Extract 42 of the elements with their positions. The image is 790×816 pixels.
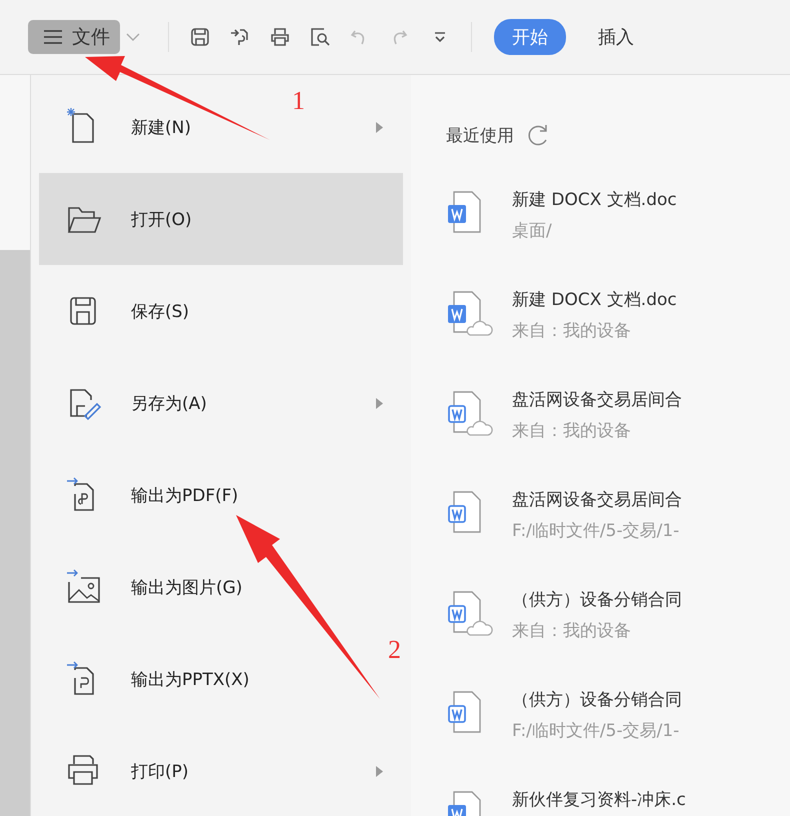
menu-item[interactable]: 新建(N) bbox=[131, 116, 191, 138]
refresh-icon[interactable] bbox=[526, 123, 550, 147]
recent-title: 最近使用 bbox=[446, 124, 514, 146]
recent-file-item[interactable]: 新建 DOCX 文档.doc 桌面/ bbox=[446, 168, 790, 268]
file-path: F:/临时文件/5-交易/1- bbox=[512, 520, 680, 542]
menu-item[interactable]: 另存为(A) bbox=[131, 392, 207, 414]
annotation-number: 2 bbox=[388, 635, 401, 665]
menu-icon bbox=[44, 30, 62, 44]
recent-file-item[interactable]: 盘活网设备交易居间合 来自：我的设备 bbox=[446, 368, 790, 468]
recent-file-item[interactable]: 新伙伴复习资料-冲床.c bbox=[446, 768, 790, 816]
recent-file-item[interactable]: 新建 DOCX 文档.doc 来自：我的设备 bbox=[446, 268, 790, 368]
menu-item[interactable]: 打开(O) bbox=[131, 208, 192, 230]
recent-file-item[interactable]: （供方）设备分销合同 F:/临时文件/5-交易/1- bbox=[446, 668, 790, 768]
file-path: 来自：我的设备 bbox=[512, 620, 632, 642]
file-name: （供方）设备分销合同 bbox=[512, 689, 682, 711]
recent-file-item[interactable]: 盘活网设备交易居间合 F:/临时文件/5-交易/1- bbox=[446, 468, 790, 568]
file-name: 盘活网设备交易居间合 bbox=[512, 489, 682, 511]
menu-item[interactable]: 保存(S) bbox=[131, 300, 190, 322]
menu-item[interactable]: 打印(P) bbox=[131, 760, 189, 782]
printer-icon[interactable] bbox=[269, 26, 291, 48]
file-name: 新建 DOCX 文档.doc bbox=[512, 189, 677, 211]
file-name: 新建 DOCX 文档.doc bbox=[512, 289, 677, 311]
annotation-number: 1 bbox=[292, 86, 305, 116]
export-image-icon bbox=[65, 568, 103, 606]
menu-item[interactable]: 输出为PDF(F) bbox=[131, 484, 238, 506]
file-name: （供方）设备分销合同 bbox=[512, 589, 682, 611]
selected-menu-item[interactable]: 打开(O) bbox=[39, 173, 403, 265]
menu-item[interactable]: 输出为PPTX(X) bbox=[131, 668, 250, 690]
recent-file-item[interactable]: （供方）设备分销合同 来自：我的设备 bbox=[446, 568, 790, 668]
export-icon[interactable] bbox=[229, 26, 251, 48]
file-path: F:/临时文件/5-交易/1- bbox=[512, 720, 680, 742]
ribbon-tab[interactable]: 开始 bbox=[494, 19, 566, 55]
file-path: 来自：我的设备 bbox=[512, 320, 632, 342]
file-name: 盘活网设备交易居间合 bbox=[512, 389, 682, 411]
file-path: 桌面/ bbox=[512, 220, 553, 242]
menu-item[interactable]: 输出为图片(G) bbox=[131, 576, 242, 598]
file-name: 新伙伴复习资料-冲床.c bbox=[512, 789, 686, 811]
ribbon-tab[interactable]: 插入 bbox=[580, 19, 652, 55]
preview-icon[interactable] bbox=[309, 26, 331, 48]
floppy-icon[interactable] bbox=[189, 26, 211, 48]
file-menu-button[interactable]: 文件 bbox=[28, 20, 120, 54]
file-path: 来自：我的设备 bbox=[512, 420, 632, 442]
